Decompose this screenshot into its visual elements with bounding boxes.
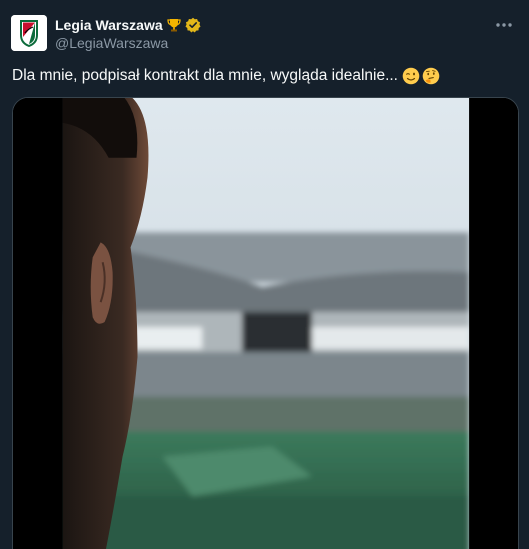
tweet-body: Dla mnie, podpisał kontrakt dla mnie, wy… <box>12 67 398 84</box>
avatar[interactable] <box>11 15 47 51</box>
author-handle[interactable]: @LegiaWarszawa <box>55 35 168 51</box>
author-name-row[interactable]: Legia Warszawa <box>55 15 201 35</box>
video-frame[interactable] <box>13 98 518 549</box>
trophy-icon <box>166 17 182 33</box>
more-options-icon[interactable] <box>493 15 515 35</box>
video-player[interactable] <box>12 97 519 549</box>
winking-face-emoji <box>402 67 420 85</box>
thinking-face-emoji <box>422 67 440 85</box>
legia-crest-logo <box>11 15 47 51</box>
tweet-card[interactable]: Legia Warszawa @LegiaWarszawa Dla mnie, … <box>0 0 529 549</box>
author-display-name[interactable]: Legia Warszawa <box>55 17 163 33</box>
tweet-text: Dla mnie, podpisał kontrakt dla mnie, wy… <box>12 66 517 86</box>
verified-badge-icon[interactable] <box>185 17 201 33</box>
